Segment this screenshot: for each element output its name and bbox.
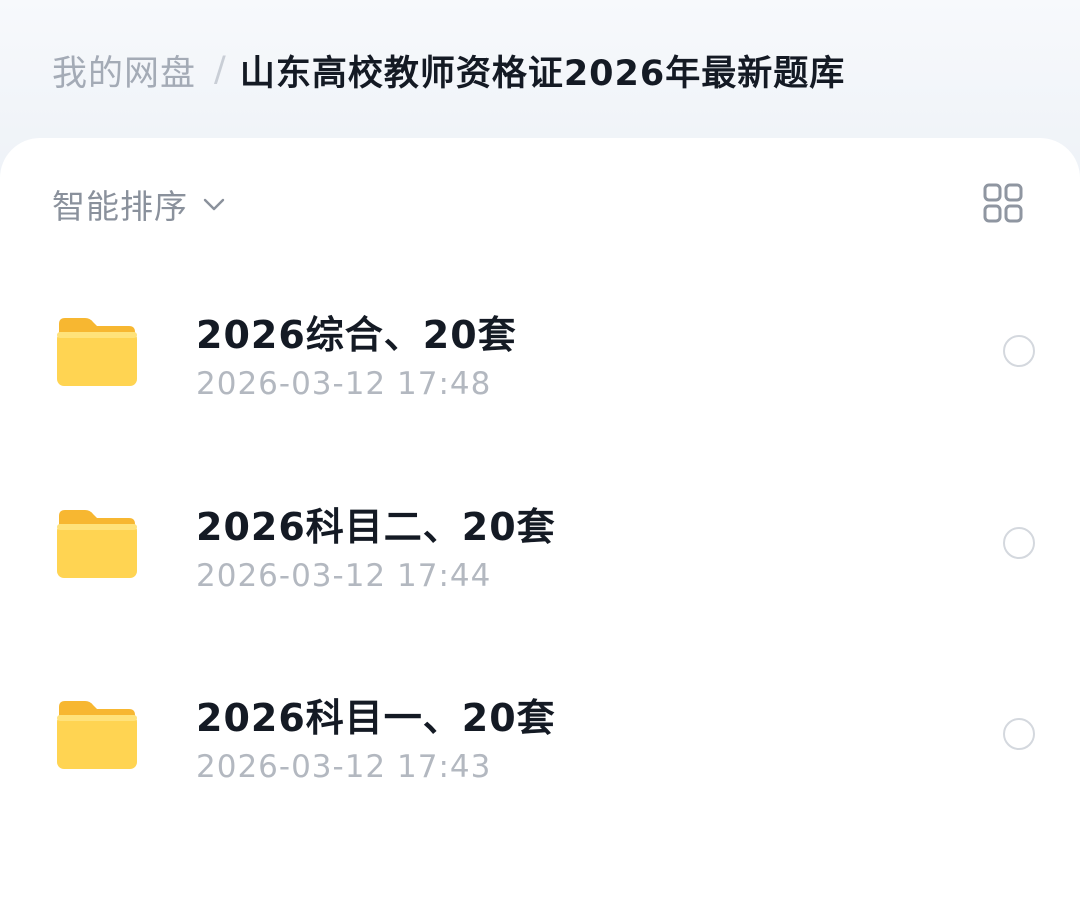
breadcrumb: 我的网盘 / 山东高校教师资格证2026年最新题库: [52, 44, 845, 96]
select-checkbox[interactable]: [1003, 527, 1035, 559]
breadcrumb-current-folder: 山东高校教师资格证2026年最新题库: [239, 53, 846, 94]
grid-view-icon[interactable]: [982, 182, 1024, 224]
file-date: 2026-03-12 17:43: [196, 749, 492, 785]
sort-button[interactable]: 智能排序: [52, 176, 226, 232]
breadcrumb-separator: /: [214, 50, 226, 90]
file-row[interactable]: 2026科目二、20套 2026-03-12 17:44: [0, 468, 1080, 628]
chevron-down-icon: [203, 198, 225, 211]
folder-icon: [57, 510, 137, 578]
folder-icon: [57, 701, 137, 769]
file-date: 2026-03-12 17:44: [196, 558, 492, 594]
file-name: 2026综合、20套: [196, 313, 517, 357]
file-name: 2026科目二、20套: [196, 505, 556, 549]
breadcrumb-root-link[interactable]: 我的网盘: [52, 45, 196, 96]
file-row[interactable]: 2026科目一、20套 2026-03-12 17:43: [0, 659, 1080, 819]
file-name: 2026科目一、20套: [196, 696, 556, 740]
select-checkbox[interactable]: [1003, 718, 1035, 750]
file-date: 2026-03-12 17:48: [196, 366, 492, 402]
file-row[interactable]: 2026综合、20套 2026-03-12 17:48: [0, 276, 1080, 436]
sort-label: 智能排序: [52, 187, 188, 226]
folder-icon: [57, 318, 137, 386]
select-checkbox[interactable]: [1003, 335, 1035, 367]
